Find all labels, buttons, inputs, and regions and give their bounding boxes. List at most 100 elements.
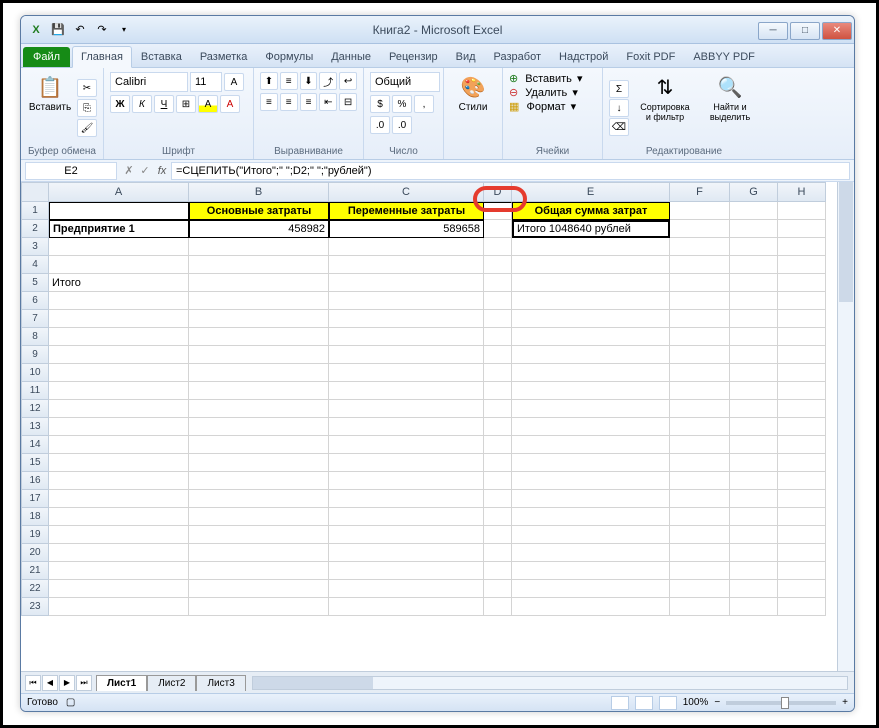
tab-nav-next-icon[interactable]: ▶ [59, 675, 75, 691]
cell[interactable] [484, 508, 512, 526]
cell[interactable] [329, 580, 484, 598]
row-header-15[interactable]: 15 [21, 454, 49, 472]
tab-nav-last-icon[interactable]: ⏭ [76, 675, 92, 691]
tab-addins[interactable]: Надстрой [550, 46, 617, 67]
dec-decimal-icon[interactable]: .0 [392, 116, 412, 134]
cell[interactable] [778, 346, 826, 364]
cell[interactable] [778, 310, 826, 328]
cell[interactable] [730, 310, 778, 328]
tab-foxit[interactable]: Foxit PDF [617, 46, 684, 67]
tab-data[interactable]: Данные [322, 46, 380, 67]
cell[interactable] [189, 454, 329, 472]
cell[interactable] [329, 238, 484, 256]
cell[interactable] [484, 310, 512, 328]
col-header-A[interactable]: A [49, 182, 189, 202]
cell[interactable] [778, 220, 826, 238]
cell[interactable] [670, 436, 730, 454]
styles-button[interactable]: 🎨 Стили [450, 72, 496, 155]
row-header-6[interactable]: 6 [21, 292, 49, 310]
zoom-level[interactable]: 100% [683, 697, 709, 708]
cell[interactable] [670, 598, 730, 616]
cell[interactable] [670, 562, 730, 580]
cell[interactable] [730, 220, 778, 238]
maximize-button[interactable]: □ [790, 22, 820, 40]
cell[interactable] [189, 292, 329, 310]
cell[interactable] [730, 490, 778, 508]
comma-icon[interactable]: , [414, 95, 434, 113]
cell[interactable] [512, 508, 670, 526]
cell[interactable] [189, 346, 329, 364]
cell[interactable] [484, 256, 512, 274]
cell[interactable] [512, 238, 670, 256]
cell[interactable] [49, 310, 189, 328]
cell[interactable] [484, 364, 512, 382]
orientation-icon[interactable]: ⤴ [319, 72, 337, 90]
cell[interactable] [730, 202, 778, 220]
cell[interactable] [512, 382, 670, 400]
qat-dropdown-icon[interactable]: ▾ [115, 21, 133, 39]
underline-icon[interactable]: Ч [154, 95, 174, 113]
cell[interactable] [512, 454, 670, 472]
percent-icon[interactable]: % [392, 95, 412, 113]
row-header-1[interactable]: 1 [21, 202, 49, 220]
cell[interactable]: 458982 [189, 220, 329, 238]
cell[interactable] [49, 256, 189, 274]
cell[interactable] [49, 490, 189, 508]
col-header-B[interactable]: B [189, 182, 329, 202]
cell[interactable] [49, 418, 189, 436]
cell[interactable] [329, 364, 484, 382]
cell[interactable] [484, 418, 512, 436]
cell[interactable] [329, 310, 484, 328]
sort-filter-button[interactable]: ⇅ Сортировка и фильтр [633, 72, 697, 144]
cell[interactable] [189, 274, 329, 292]
wrap-text-icon[interactable]: ↩ [339, 72, 357, 90]
cell[interactable] [484, 526, 512, 544]
cell[interactable] [189, 526, 329, 544]
cell[interactable] [670, 400, 730, 418]
cell[interactable] [778, 598, 826, 616]
minimize-button[interactable]: ─ [758, 22, 788, 40]
cell[interactable] [189, 598, 329, 616]
cell[interactable] [329, 382, 484, 400]
horizontal-scrollbar[interactable] [252, 676, 848, 690]
cell[interactable] [484, 472, 512, 490]
cell[interactable] [484, 292, 512, 310]
cell[interactable] [512, 310, 670, 328]
cell[interactable] [730, 508, 778, 526]
align-bottom-icon[interactable]: ⬇ [300, 72, 318, 90]
cell[interactable] [512, 346, 670, 364]
cell[interactable] [484, 562, 512, 580]
fill-color-icon[interactable]: A [198, 95, 218, 113]
cell[interactable] [49, 454, 189, 472]
col-header-G[interactable]: G [730, 182, 778, 202]
cell[interactable] [778, 526, 826, 544]
zoom-out-icon[interactable]: − [714, 697, 720, 708]
tab-abbyy[interactable]: ABBYY PDF [684, 46, 764, 67]
cell[interactable] [670, 220, 730, 238]
cell[interactable] [512, 274, 670, 292]
cell[interactable] [670, 292, 730, 310]
cell[interactable] [730, 454, 778, 472]
view-break-icon[interactable] [659, 696, 677, 710]
cell[interactable] [730, 274, 778, 292]
merge-icon[interactable]: ⊟ [339, 93, 357, 111]
cell[interactable] [189, 238, 329, 256]
zoom-in-icon[interactable]: + [842, 697, 848, 708]
cell[interactable]: Предприятие 1 [49, 220, 189, 238]
cell[interactable]: Итого 1048640 рублей [512, 220, 670, 238]
tab-review[interactable]: Рецензир [380, 46, 447, 67]
sheet-tab-2[interactable]: Лист2 [147, 675, 196, 691]
cell[interactable] [329, 508, 484, 526]
row-header-13[interactable]: 13 [21, 418, 49, 436]
cell[interactable] [329, 418, 484, 436]
cell[interactable] [189, 382, 329, 400]
cancel-icon[interactable]: ✗ [121, 164, 137, 177]
cell[interactable] [670, 202, 730, 220]
cell[interactable] [49, 562, 189, 580]
cell[interactable] [189, 562, 329, 580]
vertical-scrollbar[interactable] [837, 182, 854, 671]
cell[interactable] [329, 472, 484, 490]
cell[interactable] [778, 238, 826, 256]
cell[interactable] [512, 562, 670, 580]
cell[interactable] [484, 202, 512, 220]
